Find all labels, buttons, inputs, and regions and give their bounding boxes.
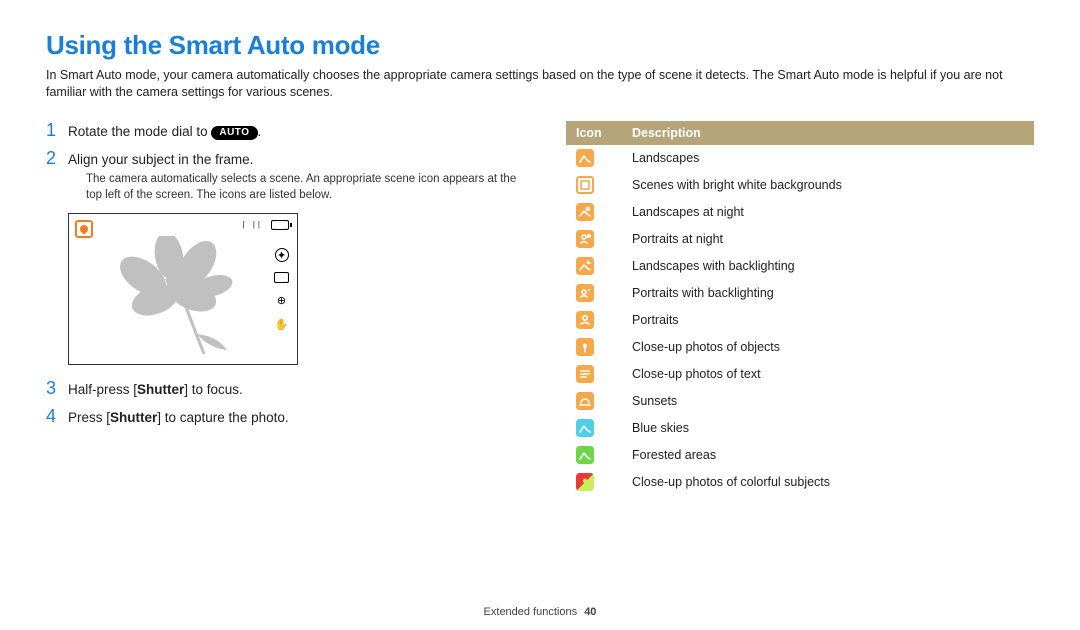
step-text: Half-press [Shutter] to focus. xyxy=(68,382,243,397)
table-row: Scenes with bright white backgrounds xyxy=(566,172,1034,199)
camera-preview-illustration: | || ✦ ⊕ ✋ xyxy=(68,213,298,365)
scene-type-icon xyxy=(576,149,594,167)
icon-cell xyxy=(566,226,622,253)
scene-type-icon xyxy=(576,284,594,302)
table-row: Landscapes with backlighting xyxy=(566,253,1034,280)
intro-paragraph: In Smart Auto mode, your camera automati… xyxy=(46,67,1034,101)
table-row: Portraits at night xyxy=(566,226,1034,253)
scene-type-icon xyxy=(576,203,594,221)
step-4: 4 Press [Shutter] to capture the photo. xyxy=(46,407,526,427)
table-row: Sunsets xyxy=(566,388,1034,415)
step-bold: Shutter xyxy=(137,382,184,397)
icon-cell xyxy=(566,361,622,388)
step-note: The camera automatically selects a scene… xyxy=(86,172,526,203)
icon-cell xyxy=(566,415,622,442)
step-bold: Shutter xyxy=(110,410,157,425)
page-title: Using the Smart Auto mode xyxy=(46,30,1034,61)
table-row: Portraits with backlighting xyxy=(566,280,1034,307)
icon-cell xyxy=(566,172,622,199)
icon-cell xyxy=(566,334,622,361)
table-row: Forested areas xyxy=(566,442,1034,469)
step-number: 1 xyxy=(46,121,68,141)
desc-cell: Forested areas xyxy=(622,442,1034,469)
desc-cell: Close-up photos of colorful subjects xyxy=(622,469,1034,496)
scene-type-icon xyxy=(576,338,594,356)
scene-type-icon xyxy=(576,230,594,248)
stabilizer-icon: ✋ xyxy=(275,317,289,331)
size-icon xyxy=(274,272,289,283)
scene-type-icon xyxy=(576,446,594,464)
desc-cell: Portraits xyxy=(622,307,1034,334)
table-row: Landscapes xyxy=(566,145,1034,172)
table-header-icon: Icon xyxy=(566,121,622,145)
table-row: Landscapes at night xyxy=(566,199,1034,226)
table-row: Blue skies xyxy=(566,415,1034,442)
icon-cell xyxy=(566,280,622,307)
step-number: 3 xyxy=(46,379,68,399)
desc-cell: Landscapes xyxy=(622,145,1034,172)
desc-cell: Close-up photos of text xyxy=(622,361,1034,388)
right-column: Icon Description LandscapesScenes with b… xyxy=(566,121,1034,496)
icon-cell xyxy=(566,307,622,334)
scene-type-icon xyxy=(576,473,594,491)
step-number: 2 xyxy=(46,149,68,169)
scene-type-icon xyxy=(576,365,594,383)
table-header-desc: Description xyxy=(622,121,1034,145)
page-footer: Extended functions 40 xyxy=(0,606,1080,618)
step-text: Press [Shutter] to capture the photo. xyxy=(68,410,289,425)
table-row: Portraits xyxy=(566,307,1034,334)
footer-page-number: 40 xyxy=(584,606,596,618)
step-post: ] to capture the photo. xyxy=(157,410,288,425)
scene-type-icon xyxy=(576,392,594,410)
icon-cell xyxy=(566,145,622,172)
desc-cell: Sunsets xyxy=(622,388,1034,415)
desc-cell: Portraits at night xyxy=(622,226,1034,253)
scene-type-icon xyxy=(576,176,594,194)
desc-cell: Blue skies xyxy=(622,415,1034,442)
table-row: Close-up photos of objects xyxy=(566,334,1034,361)
top-marks: | || xyxy=(243,220,263,229)
step-pre: Rotate the mode dial to xyxy=(68,124,211,139)
desc-cell: Landscapes at night xyxy=(622,199,1034,226)
step-3: 3 Half-press [Shutter] to focus. xyxy=(46,379,526,399)
step-number: 4 xyxy=(46,407,68,427)
auto-pill-icon: AUTO xyxy=(211,126,257,140)
scene-type-icon xyxy=(576,419,594,437)
step-pre: Half-press [ xyxy=(68,382,137,397)
step-pre: Press [ xyxy=(68,410,110,425)
icon-cell xyxy=(566,469,622,496)
icon-cell xyxy=(566,388,622,415)
step-text: Align your subject in the frame. xyxy=(68,151,526,169)
scene-type-icon xyxy=(576,257,594,275)
flash-icon: ✦ xyxy=(275,248,289,262)
icon-cell xyxy=(566,442,622,469)
step-2: 2 Align your subject in the frame. The c… xyxy=(46,149,526,204)
step-text: Rotate the mode dial to AUTO. xyxy=(68,124,261,139)
step-post: ] to focus. xyxy=(184,382,243,397)
desc-cell: Landscapes with backlighting xyxy=(622,253,1034,280)
icon-cell xyxy=(566,253,622,280)
side-status-icons: ✦ ⊕ ✋ xyxy=(274,248,289,331)
flower-graphic xyxy=(109,236,259,356)
zoom-icon: ⊕ xyxy=(275,293,289,307)
desc-cell: Close-up photos of objects xyxy=(622,334,1034,361)
step-post: . xyxy=(258,124,262,139)
left-column: 1 Rotate the mode dial to AUTO. 2 Align … xyxy=(46,121,526,496)
scene-type-icon xyxy=(576,311,594,329)
footer-section: Extended functions xyxy=(484,606,578,618)
battery-icon xyxy=(271,220,289,230)
desc-cell: Scenes with bright white backgrounds xyxy=(622,172,1034,199)
icon-cell xyxy=(566,199,622,226)
scene-icon xyxy=(75,220,93,238)
scene-icon-table: Icon Description LandscapesScenes with b… xyxy=(566,121,1034,496)
step-1: 1 Rotate the mode dial to AUTO. xyxy=(46,121,526,141)
table-row: Close-up photos of colorful subjects xyxy=(566,469,1034,496)
table-row: Close-up photos of text xyxy=(566,361,1034,388)
desc-cell: Portraits with backlighting xyxy=(622,280,1034,307)
